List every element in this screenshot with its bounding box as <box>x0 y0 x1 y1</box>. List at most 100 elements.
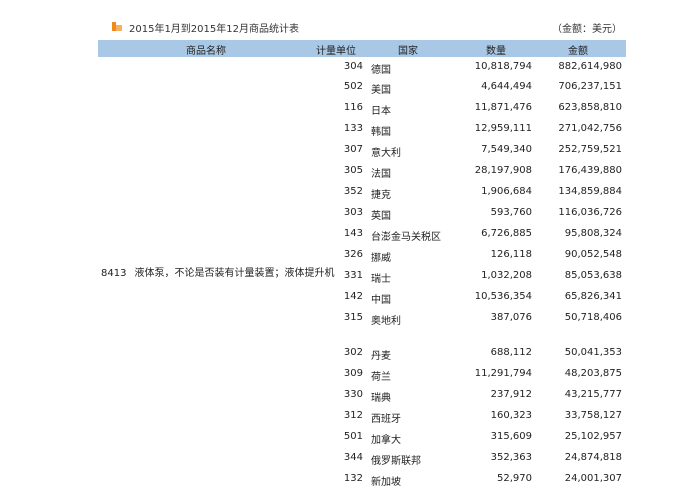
country-name: 俄罗斯联邦 <box>371 456 421 467</box>
report-title-bar: 2015年1月到2015年12月商品统计表 （金额：美元） <box>98 12 626 40</box>
quantity-value: 593,760 <box>490 207 532 218</box>
table-row: 502 美国 4,644,494 706,237,151 <box>98 77 626 97</box>
country-name: 西班牙 <box>371 414 401 425</box>
country-name: 瑞士 <box>371 274 391 285</box>
country-code: 142 <box>343 291 363 302</box>
amount-value: 50,718,406 <box>564 312 622 323</box>
amount-value: 50,041,353 <box>564 347 622 358</box>
country-code: 501 <box>343 431 363 442</box>
amount-value: 271,042,756 <box>558 123 622 134</box>
table-row: 305 法国 28,197,908 176,439,880 <box>98 161 626 181</box>
country-code: 309 <box>343 368 363 379</box>
amount-value: 706,237,151 <box>558 81 622 92</box>
amount-value: 24,001,307 <box>564 473 622 484</box>
country-name: 奥地利 <box>371 316 401 327</box>
table-row: 330 瑞典 237,912 43,215,777 <box>98 385 626 405</box>
amount-value: 252,759,521 <box>558 144 622 155</box>
table-row: 304 德国 10,818,794 882,614,980 <box>98 57 626 77</box>
quantity-value: 52,970 <box>497 473 532 484</box>
quantity-value: 10,536,354 <box>474 291 532 302</box>
quantity-value: 12,959,111 <box>474 123 532 134</box>
quantity-value: 160,323 <box>490 410 532 421</box>
quantity-value: 11,871,476 <box>474 102 532 113</box>
country-name: 加拿大 <box>371 435 401 446</box>
table-row: 315 奥地利 387,076 50,718,406 <box>98 308 626 328</box>
country-code: 302 <box>343 347 363 358</box>
country-code: 133 <box>343 123 363 134</box>
country-code: 305 <box>343 165 363 176</box>
quantity-value: 352,363 <box>490 452 532 463</box>
quantity-value: 237,912 <box>490 389 532 400</box>
table-row: 307 意大利 7,549,340 252,759,521 <box>98 140 626 160</box>
country-name: 挪威 <box>371 253 391 264</box>
country-name: 美国 <box>371 85 391 96</box>
country-code: 326 <box>343 249 363 260</box>
country-name: 日本 <box>371 106 391 117</box>
table-header: 商品名称 计量单位 国家 数量 金额 <box>98 40 626 57</box>
country-code: 116 <box>343 102 363 113</box>
product-cell: 8413 液体泵，不论是否装有计量装置；液体提升机 <box>101 264 334 279</box>
quantity-value: 10,818,794 <box>474 61 532 72</box>
quantity-value: 1,906,684 <box>481 186 532 197</box>
quantity-value: 4,644,494 <box>481 81 532 92</box>
amount-value: 25,102,957 <box>564 431 622 442</box>
amount-value: 43,215,777 <box>564 389 622 400</box>
quantity-value: 688,112 <box>490 347 532 358</box>
amount-value: 95,808,324 <box>564 228 622 239</box>
quantity-value: 11,291,794 <box>474 368 532 379</box>
country-name: 法国 <box>371 169 391 180</box>
amount-value: 90,052,548 <box>564 249 622 260</box>
report-icon <box>112 22 122 31</box>
country-code: 132 <box>343 473 363 484</box>
quantity-value: 7,549,340 <box>481 144 532 155</box>
table-row: 132 新加坡 52,970 24,001,307 <box>98 469 626 489</box>
table-row: 312 西班牙 160,323 33,758,127 <box>98 406 626 426</box>
quantity-value: 6,726,885 <box>481 228 532 239</box>
country-name: 瑞典 <box>371 393 391 404</box>
country-name: 丹麦 <box>371 351 391 362</box>
country-code: 143 <box>343 228 363 239</box>
quantity-value: 315,609 <box>490 431 532 442</box>
table-row: 326 挪威 126,118 90,052,548 <box>98 245 626 265</box>
table-row: 501 加拿大 315,609 25,102,957 <box>98 427 626 447</box>
country-code: 307 <box>343 144 363 155</box>
quantity-value: 387,076 <box>490 312 532 323</box>
country-code: 312 <box>343 410 363 421</box>
table-row: 352 捷克 1,906,684 134,859,884 <box>98 182 626 202</box>
header-product-name: 商品名称 <box>186 46 226 57</box>
quantity-value: 28,197,908 <box>474 165 532 176</box>
header-country: 国家 <box>398 46 418 57</box>
amount-value: 134,859,884 <box>558 186 622 197</box>
quantity-value: 1,032,208 <box>481 270 532 281</box>
quantity-value: 126,118 <box>490 249 532 260</box>
table-row: 302 丹麦 688,112 50,041,353 <box>98 343 626 363</box>
table-row: 142 中国 10,536,354 65,826,341 <box>98 287 626 307</box>
country-code: 315 <box>343 312 363 323</box>
country-name: 台澎金马关税区 <box>371 232 441 243</box>
amount-value: 882,614,980 <box>558 61 622 72</box>
country-code: 344 <box>343 452 363 463</box>
country-name: 新加坡 <box>371 477 401 488</box>
amount-value: 623,858,810 <box>558 102 622 113</box>
country-name: 荷兰 <box>371 372 391 383</box>
country-code: 352 <box>343 186 363 197</box>
country-name: 捷克 <box>371 190 391 201</box>
header-quantity: 数量 <box>486 46 506 57</box>
country-code: 330 <box>343 389 363 400</box>
table-row: 303 英国 593,760 116,036,726 <box>98 203 626 223</box>
table-row: 116 日本 11,871,476 623,858,810 <box>98 98 626 118</box>
amount-value: 24,874,818 <box>564 452 622 463</box>
country-name: 英国 <box>371 211 391 222</box>
currency-unit-note: （金额：美元） <box>552 24 622 35</box>
country-name: 意大利 <box>371 148 401 159</box>
amount-value: 33,758,127 <box>564 410 622 421</box>
amount-value: 48,203,875 <box>564 368 622 379</box>
table-row: 143 台澎金马关税区 6,726,885 95,808,324 <box>98 224 626 244</box>
country-name: 德国 <box>371 65 391 76</box>
country-code: 303 <box>343 207 363 218</box>
header-amount: 金额 <box>568 46 588 57</box>
product-code: 8413 <box>101 268 127 279</box>
amount-value: 85,053,638 <box>564 270 622 281</box>
amount-value: 116,036,726 <box>558 207 622 218</box>
country-code: 304 <box>343 61 363 72</box>
